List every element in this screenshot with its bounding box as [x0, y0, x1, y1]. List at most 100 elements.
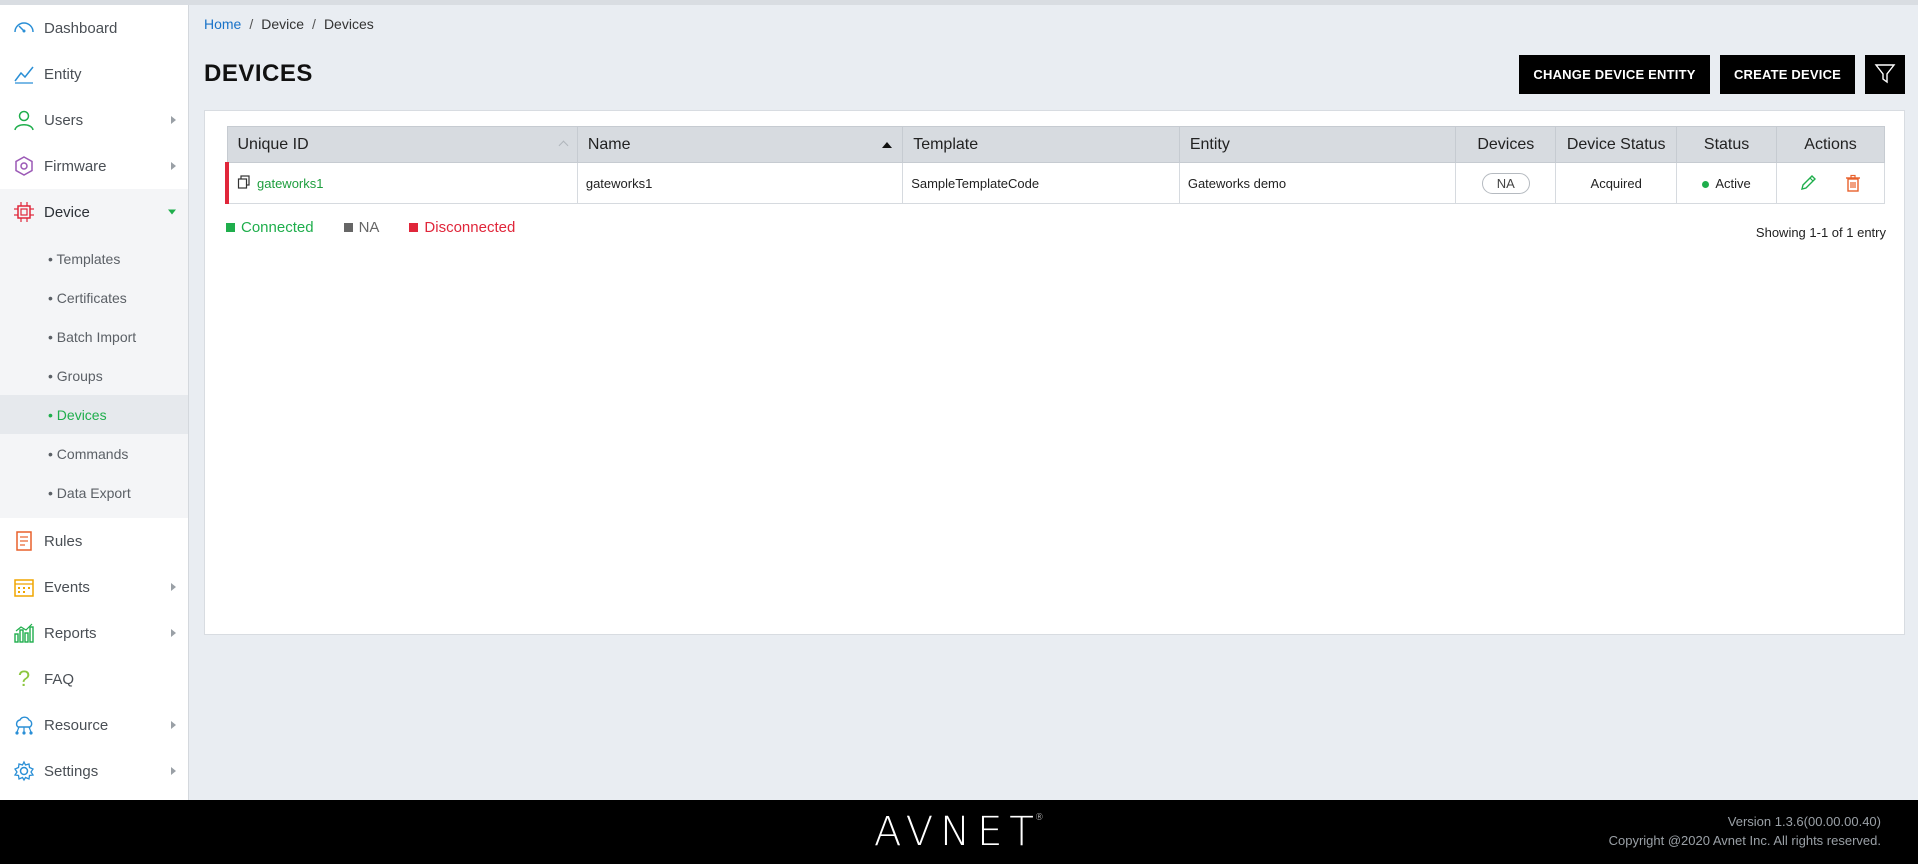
sidebar-item-label: Dashboard [44, 19, 118, 37]
devices-table: Unique ID Name Template Entity Devices D… [224, 126, 1885, 204]
question-mark-icon: ? [17, 666, 31, 691]
disconnected-square-icon [409, 222, 419, 232]
column-header-name[interactable]: Name [576, 126, 904, 163]
registered-mark: ® [1034, 813, 1044, 823]
column-header-status: Status [1676, 126, 1778, 163]
sidebar-item-label: Rules [44, 532, 83, 550]
change-device-entity-button[interactable]: CHANGE DEVICE ENTITY [1519, 55, 1710, 94]
connection-legend: Connected NA Disconnected [226, 219, 515, 236]
devices-card: Unique ID Name Template Entity Devices D… [204, 110, 1905, 635]
copy-icon[interactable] [237, 174, 251, 192]
legend-na: NA [343, 219, 379, 236]
chevron-right-icon [171, 116, 176, 124]
status-dot-icon [1702, 180, 1710, 188]
submenu-item-certificates[interactable]: • Certificates [0, 278, 188, 317]
bar-chart-icon [12, 621, 36, 645]
breadcrumb-device: Device [261, 16, 305, 32]
rules-document-icon [12, 529, 36, 553]
sidebar-item-entity[interactable]: Entity [0, 51, 188, 97]
sidebar-item-faq[interactable]: ? FAQ [0, 656, 188, 702]
breadcrumb-separator: / [312, 16, 316, 32]
create-device-button[interactable]: CREATE DEVICE [1720, 55, 1855, 94]
sidebar-item-label: Events [44, 578, 90, 596]
column-header-devices: Devices [1455, 126, 1557, 163]
sidebar-item-label: FAQ [44, 670, 75, 688]
footer: AVNET ® Version 1.3.6(00.00.00.40) Copyri… [0, 800, 1918, 864]
version-text: Version 1.3.6(00.00.00.40) [1727, 814, 1881, 829]
unique-id-text: gateworks1 [257, 175, 324, 191]
sidebar-item-firmware[interactable]: Firmware [0, 143, 188, 189]
submenu-item-devices[interactable]: • Devices [0, 395, 188, 434]
sidebar-item-dashboard[interactable]: Dashboard [0, 5, 188, 51]
column-header-template: Template [902, 126, 1180, 163]
table-header-row: Unique ID Name Template Entity Devices D… [226, 126, 1885, 163]
sidebar-item-rules[interactable]: Rules [0, 518, 188, 564]
chevron-right-icon [171, 583, 176, 591]
submenu-item-templates[interactable]: • Templates [0, 239, 188, 278]
sidebar-item-device[interactable]: Device [0, 189, 188, 235]
submenu-item-commands[interactable]: • Commands [0, 434, 188, 473]
column-header-actions: Actions [1776, 126, 1885, 163]
sidebar-item-label: Settings [44, 762, 99, 780]
cloud-network-icon [12, 713, 36, 737]
sidebar-item-label: Device [44, 203, 90, 221]
device-submenu: • Templates • Certificates • Batch Impor… [0, 235, 188, 518]
user-icon [12, 108, 36, 132]
top-strip [0, 0, 1918, 5]
submenu-item-batch-import[interactable]: • Batch Import [0, 317, 188, 356]
sidebar-item-users[interactable]: Users [0, 97, 188, 143]
gear-icon [12, 759, 36, 783]
unique-id-link[interactable]: gateworks1 [237, 174, 324, 192]
chevron-right-icon [171, 629, 176, 637]
column-header-entity: Entity [1178, 126, 1457, 163]
cell-actions [1776, 162, 1885, 204]
status-text: Active [1715, 175, 1751, 191]
breadcrumb-home-link[interactable]: Home [204, 16, 241, 32]
cell-devices: NA [1455, 162, 1557, 204]
submenu-item-groups[interactable]: • Groups [0, 356, 188, 395]
breadcrumb-separator: / [249, 16, 254, 32]
speedometer-icon [12, 16, 36, 40]
chevron-right-icon [171, 162, 176, 170]
connected-square-icon [226, 222, 235, 232]
cell-template: SampleTemplateCode [902, 162, 1180, 204]
sidebar-item-label: Users [44, 111, 84, 129]
sort-ascending-icon [882, 141, 893, 148]
sort-icon [558, 140, 569, 150]
firmware-chip-icon [12, 154, 36, 178]
submenu-item-data-export[interactable]: • Data Export [0, 473, 188, 512]
cell-name: gateworks1 [576, 162, 904, 204]
sidebar-item-label: Entity [44, 65, 82, 83]
devices-badge: NA [1481, 172, 1530, 194]
na-square-icon [343, 222, 353, 232]
sidebar-item-events[interactable]: Events [0, 564, 188, 610]
copyright-text: Copyright @2020 Avnet Inc. All rights re… [1608, 833, 1881, 848]
legend-disconnected: Disconnected [409, 219, 515, 236]
cell-unique-id: gateworks1 [224, 162, 578, 204]
sidebar: Dashboard Entity Users Firmware Device •… [0, 5, 189, 800]
sidebar-item-label: Reports [44, 624, 97, 642]
column-header-device-status: Device Status [1555, 126, 1678, 163]
edit-button[interactable] [1797, 172, 1819, 194]
cell-status: Active [1676, 162, 1778, 204]
sidebar-item-settings[interactable]: Settings [0, 748, 188, 794]
column-header-unique-id[interactable]: Unique ID [226, 126, 578, 163]
delete-button[interactable] [1842, 172, 1864, 194]
chevron-right-icon [171, 721, 176, 729]
filter-icon [1874, 62, 1896, 87]
trend-chart-icon [12, 62, 36, 86]
sidebar-item-label: Firmware [44, 157, 107, 175]
filter-button[interactable] [1865, 55, 1905, 94]
table-row: gateworks1 gateworks1 SampleTemplateCode… [224, 162, 1885, 204]
legend-connected: Connected [226, 219, 314, 236]
breadcrumb: Home / Device / Devices [204, 16, 374, 32]
trash-icon [1846, 174, 1861, 192]
cell-entity: Gateworks demo [1178, 162, 1457, 204]
sidebar-item-reports[interactable]: Reports [0, 610, 188, 656]
sidebar-item-resource[interactable]: Resource [0, 702, 188, 748]
cell-device-status: Acquired [1555, 162, 1678, 204]
breadcrumb-current: Devices [323, 16, 374, 32]
version-info: Version 1.3.6(00.00.00.40) Copyright @20… [1609, 812, 1881, 850]
cpu-icon [12, 200, 36, 224]
sidebar-item-label: Resource [44, 716, 109, 734]
